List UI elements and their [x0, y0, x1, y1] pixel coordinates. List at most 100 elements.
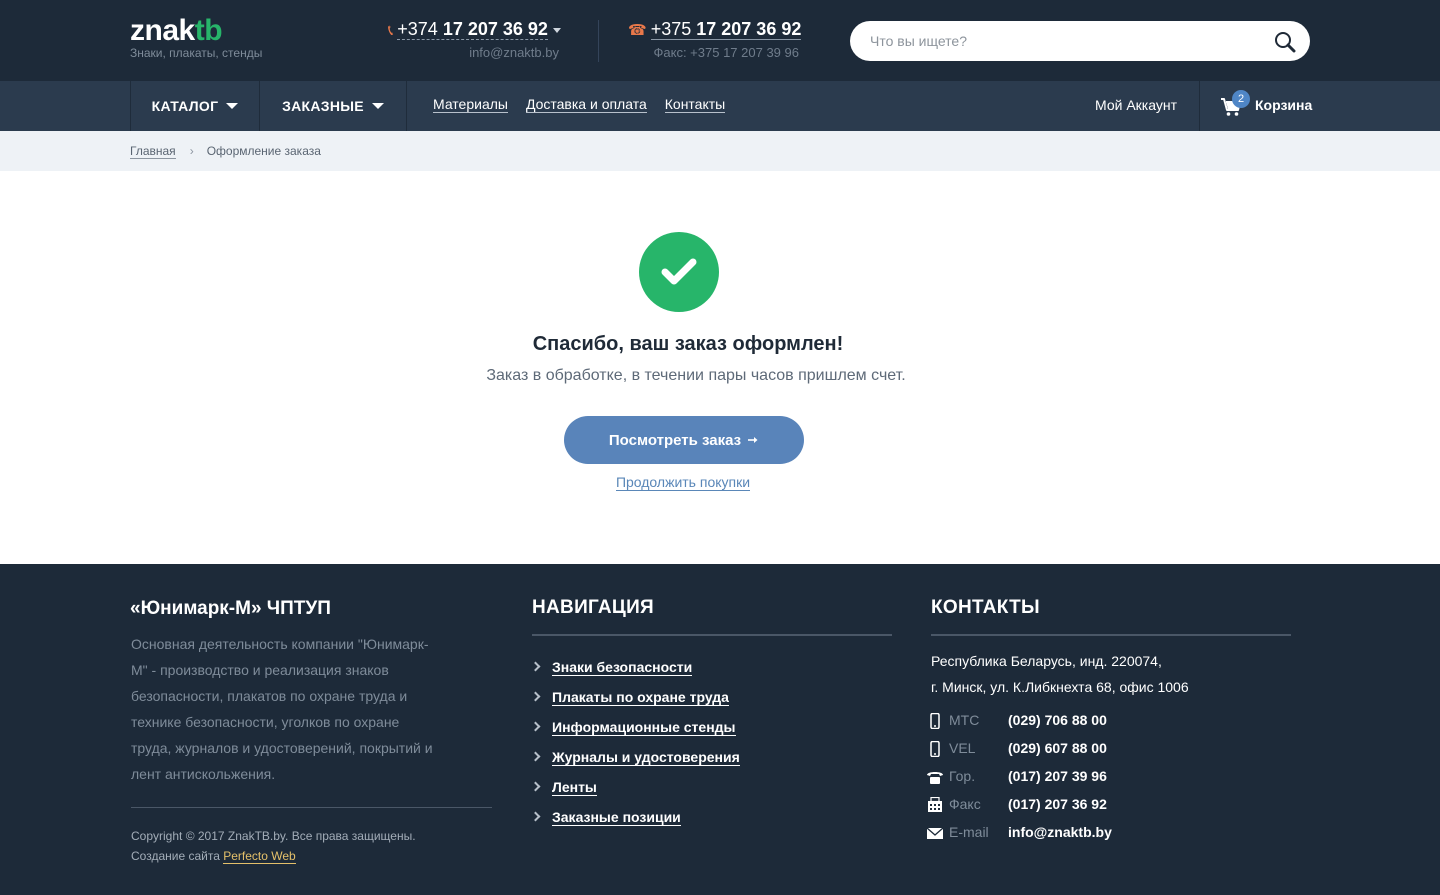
chevron-right-icon: › — [189, 144, 194, 158]
footer-nav-underline — [532, 634, 892, 636]
logo[interactable]: znaktb — [130, 14, 223, 47]
arrow-right-icon — [748, 437, 758, 443]
header-fax: Факс: +375 17 207 39 96 — [653, 45, 799, 60]
nav-link-materials[interactable]: Материалы — [433, 96, 508, 113]
main-nav: КАТАЛОГ ЗАКАЗНЫЕ Материалы Доставка и опл… — [0, 81, 1440, 131]
nav-divider — [1199, 81, 1200, 131]
breadcrumb-bar: Главная › Оформление заказа — [0, 131, 1440, 171]
footer-nav-link-journals[interactable]: Журналы и удостоверения — [552, 749, 740, 766]
contact-value[interactable]: (029) 706 88 00 — [1008, 712, 1107, 728]
page-subtitle: Заказ в обработке, в течении пары часов … — [486, 367, 906, 384]
footer-nav-item: Заказные позиции — [530, 809, 740, 839]
nav-link-delivery[interactable]: Доставка и оплата — [525, 96, 647, 113]
phone-secondary-number-wrap[interactable]: +375 17 207 36 92 — [650, 19, 802, 40]
footer-description: Основная деятельность компании "Юнимарк-… — [131, 636, 433, 782]
breadcrumb-home[interactable]: Главная — [130, 144, 176, 159]
continue-shopping: Продолжить покупки — [0, 474, 1403, 491]
caret-down-icon — [371, 103, 384, 109]
footer-nav-item: Плакаты по охране труда — [530, 689, 740, 719]
fax-icon — [928, 797, 942, 812]
mobile-icon — [930, 741, 940, 757]
footer-nav-link-custom[interactable]: Заказные позиции — [552, 809, 681, 826]
chevron-right-icon — [530, 751, 541, 762]
phone-secondary-prefix: +375 — [650, 19, 692, 39]
footer-nav-link-posters[interactable]: Плакаты по охране труда — [552, 689, 729, 706]
phone-secondary[interactable]: ☎ +375 17 207 36 92 — [628, 19, 802, 40]
address-line-2: г. Минск, ул. К.Либкнехта 68, офис 1006 — [931, 679, 1189, 695]
phone-primary[interactable]: 📞︎ +374 17 207 36 92 — [388, 19, 561, 40]
cart-label: Корзина — [1255, 97, 1313, 113]
view-order-button[interactable]: Посмотреть заказ — [564, 416, 804, 464]
contact-value[interactable]: (017) 207 39 96 — [1008, 768, 1107, 784]
breadcrumb-current: Оформление заказа — [206, 144, 321, 158]
footer-company-name: «Юнимарк-М» ЧПТУП — [130, 598, 331, 619]
continue-shopping-link[interactable]: Продолжить покупки — [615, 474, 751, 491]
footer-nav-link-signs[interactable]: Знаки безопасности — [552, 659, 693, 676]
footer-nav-list: Знаки безопасности Плакаты по охране тру… — [530, 659, 740, 839]
chevron-right-icon — [530, 781, 541, 792]
contact-label: Факс — [949, 796, 981, 812]
phone-primary-number: 17 207 36 92 — [442, 19, 548, 39]
mobile-icon — [930, 713, 940, 729]
footer-nav-item: Информационные стенды — [530, 719, 740, 749]
chevron-right-icon — [530, 661, 541, 672]
contact-label: Гор. — [949, 768, 976, 784]
checkmark-icon — [661, 258, 697, 285]
header-divider — [598, 20, 599, 62]
top-header: znaktb Знаки, плакаты, стенды 📞︎ +374 17 … — [0, 0, 1440, 81]
phone-secondary-number: 17 207 36 92 — [696, 19, 802, 39]
contact-label: VEL — [949, 740, 976, 756]
nav-custom-label: ЗАКАЗНЫЕ — [282, 98, 364, 114]
mail-icon — [926, 827, 944, 839]
breadcrumb: Главная › Оформление заказа — [130, 144, 321, 159]
footer-contacts-underline — [931, 634, 1291, 636]
nav-custom-dropdown[interactable]: ЗАКАЗНЫЕ — [259, 81, 407, 131]
search-box — [850, 21, 1310, 61]
nav-links: Материалы Доставка и оплата Контакты — [433, 96, 743, 113]
contact-label: E-mail — [949, 824, 989, 840]
chevron-down-icon[interactable] — [552, 27, 561, 33]
nav-catalog-label: КАТАЛОГ — [151, 98, 219, 114]
footer-nav-item: Знаки безопасности — [530, 659, 740, 689]
footer-nav-link-stands[interactable]: Информационные стенды — [552, 719, 736, 736]
made-by-prefix: Создание сайта — [131, 849, 220, 863]
phone-icon — [927, 772, 943, 784]
footer-address: Республика Беларусь, инд. 220074, г. Мин… — [931, 648, 1189, 700]
nav-catalog-dropdown[interactable]: КАТАЛОГ — [130, 81, 259, 131]
footer-divider — [131, 807, 492, 808]
phone-icon: 📞︎ — [388, 22, 394, 39]
logo-accent: tb — [194, 14, 223, 47]
footer-nav-link-tapes[interactable]: Ленты — [552, 779, 597, 796]
phone-primary-prefix: +374 — [397, 19, 438, 39]
copyright-text: Copyright © 2017 ZnakTB.by. Все права за… — [131, 829, 416, 843]
contact-value[interactable]: (017) 207 36 92 — [1008, 796, 1107, 812]
footer: «Юнимарк-М» ЧПТУП Основная деятельность … — [0, 564, 1440, 895]
footer-nav-item: Журналы и удостоверения — [530, 749, 740, 779]
cart-count-badge: 2 — [1232, 90, 1250, 108]
made-by-link[interactable]: Perfecto Web — [223, 849, 296, 864]
footer-nav-item: Ленты — [530, 779, 740, 809]
header-email[interactable]: info@znaktb.by — [388, 45, 559, 60]
contact-value[interactable]: info@znaktb.by — [1008, 824, 1112, 840]
chevron-right-icon — [530, 691, 541, 702]
logo-tagline: Знаки, плакаты, стенды — [130, 46, 263, 60]
nav-link-contacts[interactable]: Контакты — [664, 96, 726, 113]
page-title: Спасибо, ваш заказ оформлен! — [532, 333, 844, 355]
chevron-right-icon — [530, 811, 541, 822]
logo-main: znak — [130, 14, 195, 47]
contact-value[interactable]: (029) 607 88 00 — [1008, 740, 1107, 756]
caret-down-icon — [226, 103, 239, 109]
footer-contacts-title: КОНТАКТЫ — [931, 597, 1040, 618]
phone-primary-number-wrap[interactable]: +374 17 207 36 92 — [397, 19, 548, 40]
chevron-right-icon — [530, 721, 541, 732]
search-input[interactable] — [870, 21, 1260, 61]
telephone-icon: ☎ — [628, 22, 647, 39]
account-link[interactable]: Мой Аккаунт — [1095, 97, 1177, 113]
view-order-label: Посмотреть заказ — [608, 431, 742, 449]
footer-copyright: Copyright © 2017 ZnakTB.by. Все права за… — [131, 826, 416, 866]
search-icon[interactable] — [1274, 31, 1296, 53]
made-by: Создание сайта Perfecto Web — [131, 846, 416, 866]
address-line-1: Республика Беларусь, инд. 220074, — [931, 653, 1162, 669]
footer-nav-title: НАВИГАЦИЯ — [532, 597, 655, 618]
success-check-icon — [639, 232, 719, 312]
